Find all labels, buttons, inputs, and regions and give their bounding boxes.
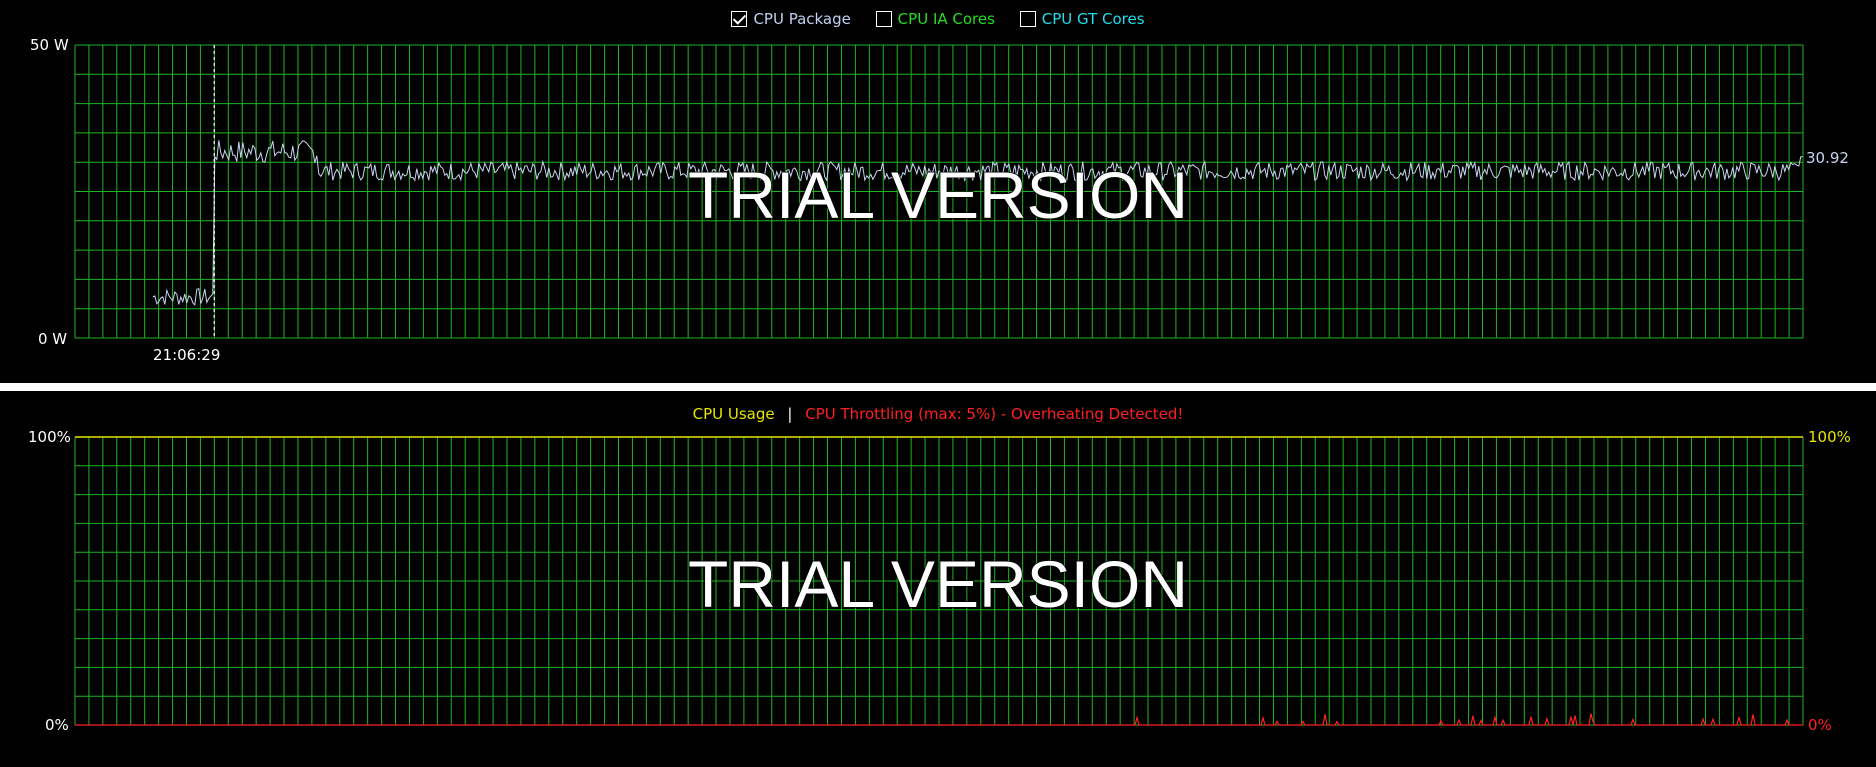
power-chart-panel: CPU Package CPU IA Cores CPU GT Cores 50… [0, 0, 1876, 383]
panel-separator [0, 383, 1876, 391]
trial-watermark-bottom: TRIAL VERSION [688, 547, 1188, 621]
trial-watermark-top: TRIAL VERSION [688, 158, 1188, 232]
usage-plot: TRIAL VERSION [74, 436, 1804, 726]
usage-chart-panel: CPU Usage | CPU Throttling (max: 5%) - O… [0, 391, 1876, 767]
power-plot: TRIAL VERSION [74, 44, 1804, 339]
